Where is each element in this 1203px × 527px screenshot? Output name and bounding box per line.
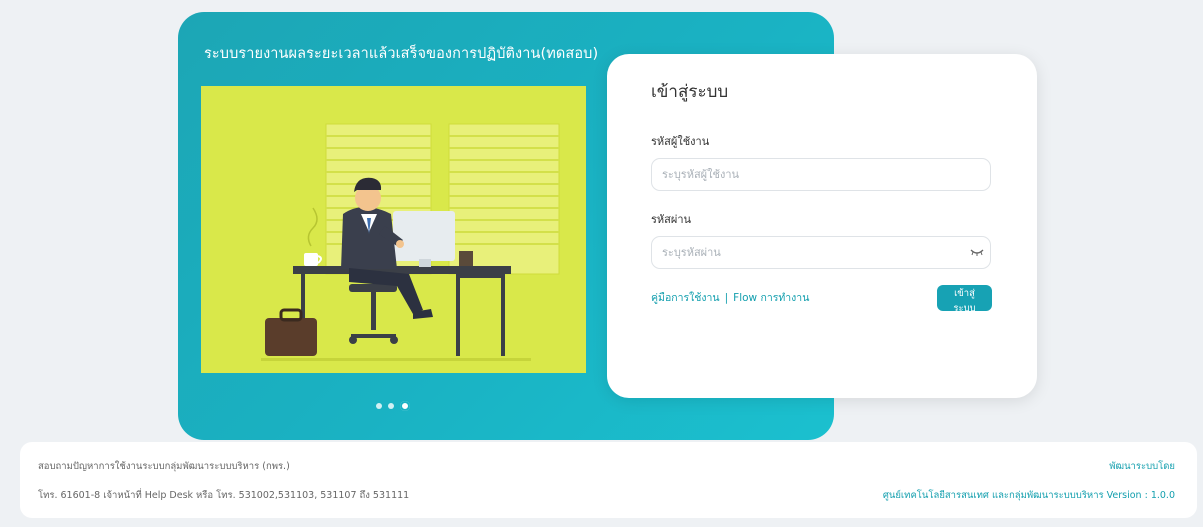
password-input[interactable] bbox=[651, 236, 991, 269]
system-title: ระบบรายงานผลระยะเวลาแล้วเสร็จของการปฏิบั… bbox=[204, 46, 599, 62]
password-label: รหัสผ่าน bbox=[651, 213, 692, 226]
hero-illustration bbox=[201, 86, 586, 373]
login-title: เข้าสู่ระบบ bbox=[651, 82, 729, 102]
carousel-dot-active[interactable] bbox=[400, 401, 410, 411]
eye-closed-icon[interactable] bbox=[970, 247, 984, 257]
footer-contact-phone: โทร. 61601-8 เจ้าหน้าที่ Help Desk หรือ … bbox=[38, 490, 410, 501]
flow-link[interactable]: Flow การทำงาน bbox=[733, 292, 809, 304]
carousel-indicators bbox=[376, 401, 410, 411]
username-input[interactable] bbox=[651, 158, 991, 191]
login-card: เข้าสู่ระบบ รหัสผู้ใช้งาน รหัสผ่าน คู่มื… bbox=[607, 54, 1037, 398]
footer-developed-by: พัฒนาระบบโดย bbox=[1109, 461, 1175, 472]
help-links: คู่มือการใช้งาน | Flow การทำงาน bbox=[651, 289, 809, 306]
footer-contact-title: สอบถามปัญหาการใช้งานระบบกลุ่มพัฒนาระบบบร… bbox=[38, 461, 290, 472]
link-separator: | bbox=[724, 292, 729, 304]
office-worker-illustration bbox=[261, 123, 560, 361]
manual-link[interactable]: คู่มือการใช้งาน bbox=[651, 292, 720, 304]
username-label: รหัสผู้ใช้งาน bbox=[651, 135, 710, 148]
footer-developer-version: ศูนย์เทคโนโลยีสารสนเทศ และกลุ่มพัฒนาระบบ… bbox=[882, 490, 1175, 501]
carousel-dot[interactable] bbox=[388, 403, 394, 409]
footer: สอบถามปัญหาการใช้งานระบบกลุ่มพัฒนาระบบบร… bbox=[20, 442, 1197, 518]
carousel-dot[interactable] bbox=[376, 403, 382, 409]
login-button[interactable]: เข้าสู่ระบบ bbox=[937, 285, 992, 314]
